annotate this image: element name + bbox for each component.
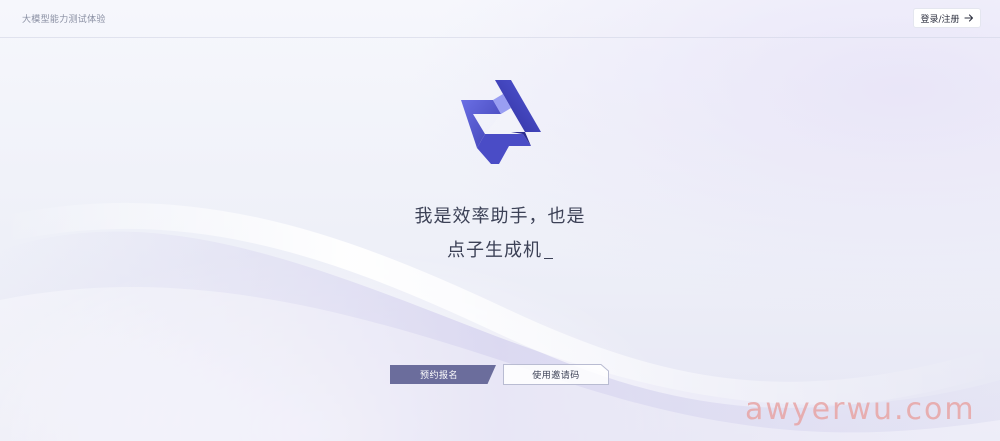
watermark-text: awyerwu.com [745,392,976,427]
invite-code-button[interactable]: 使用邀请码 [503,364,609,385]
headline-line-1: 我是效率助手，也是 [414,206,586,227]
reserve-signup-label: 预约报名 [419,371,458,381]
login-register-label: 登录/注册 [920,14,960,25]
header-divider [0,37,1000,38]
headline-line-2: 点子生成机 [0,236,1000,262]
headline-line-2-text: 点子生成机 [447,240,542,261]
app-title: 大模型能力测试体验 [22,15,106,25]
arrow-right-icon [963,13,974,23]
invite-code-label: 使用邀请码 [532,371,580,381]
reserve-signup-button[interactable]: 预约报名 [390,365,496,384]
star-logo-icon [451,76,547,168]
login-register-button[interactable]: 登录/注册 [913,8,981,28]
typing-cursor [544,257,553,259]
